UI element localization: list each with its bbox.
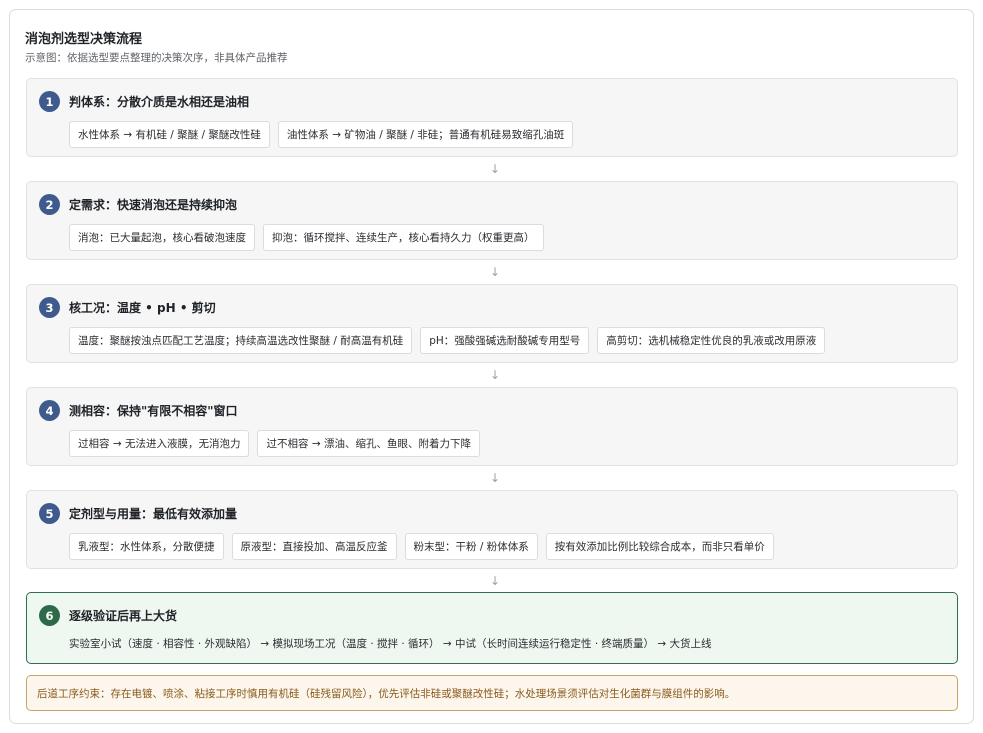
step-number-badge: 2	[39, 194, 60, 215]
option-chip: 过不相容 → 漂油、缩孔、鱼眼、附着力下降	[257, 430, 480, 457]
option-chip: 油性体系 → 矿物油 / 聚醚 / 非硅；普通有机硅易致缩孔油斑	[277, 121, 574, 148]
step-number-badge: 1	[39, 91, 60, 112]
step-title: 测相容：保持"有限不相容"窗口	[69, 404, 238, 418]
option-chip: 水性体系 → 有机硅 / 聚醚 / 聚醚改性硅	[69, 121, 270, 148]
step-5-header: 5 定剂型与用量：最低有效添加量	[39, 503, 237, 524]
option-chip: 高剪切：选机械稳定性优良的乳液或改用原液	[597, 327, 826, 354]
step-1: 1 判体系：分散介质是水相还是油相 水性体系 → 有机硅 / 聚醚 / 聚醚改性…	[26, 78, 958, 157]
flow-arrow-icon: ↓	[489, 368, 501, 382]
step-3: 3 核工况：温度 • pH • 剪切 温度：聚醚按浊点匹配工艺温度；持续高温选改…	[26, 284, 958, 363]
step-title: 核工况：温度 • pH • 剪切	[69, 301, 216, 315]
step-4-header: 4 测相容：保持"有限不相容"窗口	[39, 400, 238, 421]
option-chip: 过相容 → 无法进入液膜，无消泡力	[69, 430, 250, 457]
option-chip: 温度：聚醚按浊点匹配工艺温度；持续高温选改性聚醚 / 耐高温有机硅	[69, 327, 413, 354]
option-chip: 原液型：直接投加、高温反应釜	[231, 533, 397, 560]
step-3-options: 温度：聚醚按浊点匹配工艺温度；持续高温选改性聚醚 / 耐高温有机硅 pH：强酸强…	[69, 327, 826, 354]
page-title: 消泡剂选型决策流程	[25, 32, 143, 47]
flow-arrow-icon: ↓	[489, 162, 501, 176]
step-title: 判体系：分散介质是水相还是油相	[69, 95, 250, 109]
option-chip: 抑泡：循环搅拌、连续生产，核心看持久力（权重更高）	[263, 224, 544, 251]
option-chip: pH：强酸强碱选耐酸碱专用型号	[420, 327, 590, 354]
step-title: 逐级验证后再上大货	[69, 609, 178, 623]
option-chip: 按有效添加比例比较综合成本，而非只看单价	[545, 533, 774, 560]
step-5-options: 乳液型：水性体系，分散便捷 原液型：直接投加、高温反应釜 粉末型：干粉 / 粉体…	[69, 533, 774, 560]
step-6-header: 6 逐级验证后再上大货	[39, 605, 177, 626]
step-3-header: 3 核工况：温度 • pH • 剪切	[39, 297, 216, 318]
step-number-badge: 5	[39, 503, 60, 524]
step-number-badge: 4	[39, 400, 60, 421]
flow-arrow-icon: ↓	[489, 265, 501, 279]
flow-arrow-icon: ↓	[489, 471, 501, 485]
step-6: 6 逐级验证后再上大货 实验室小试（速度 · 相容性 · 外观缺陷） → 模拟现…	[26, 592, 958, 664]
step-2: 2 定需求：快速消泡还是持续抑泡 消泡：已大量起泡，核心看破泡速度 抑泡：循环搅…	[26, 181, 958, 260]
option-chip: 乳液型：水性体系，分散便捷	[69, 533, 224, 560]
step-title: 定剂型与用量：最低有效添加量	[69, 507, 238, 521]
step-1-options: 水性体系 → 有机硅 / 聚醚 / 聚醚改性硅 油性体系 → 矿物油 / 聚醚 …	[69, 121, 574, 148]
step-number-badge: 3	[39, 297, 60, 318]
option-chip: 消泡：已大量起泡，核心看破泡速度	[69, 224, 255, 251]
step-5: 5 定剂型与用量：最低有效添加量 乳液型：水性体系，分散便捷 原液型：直接投加、…	[26, 490, 958, 569]
step-1-header: 1 判体系：分散介质是水相还是油相	[39, 91, 249, 112]
page-subtitle: 示意图：依据选型要点整理的决策次序，非具体产品推荐	[25, 52, 288, 64]
diagram-frame: 消泡剂选型决策流程 示意图：依据选型要点整理的决策次序，非具体产品推荐 1 判体…	[9, 9, 974, 724]
step-number-badge: 6	[39, 605, 60, 626]
constraint-note: 后道工序约束：存在电镀、喷涂、粘接工序时慎用有机硅（硅残留风险），优先评估非硅或…	[26, 675, 958, 711]
step-title: 定需求：快速消泡还是持续抑泡	[69, 198, 238, 212]
step-4-options: 过相容 → 无法进入液膜，无消泡力 过不相容 → 漂油、缩孔、鱼眼、附着力下降	[69, 430, 480, 457]
step-2-options: 消泡：已大量起泡，核心看破泡速度 抑泡：循环搅拌、连续生产，核心看持久力（权重更…	[69, 224, 544, 251]
step-4: 4 测相容：保持"有限不相容"窗口 过相容 → 无法进入液膜，无消泡力 过不相容…	[26, 387, 958, 466]
step-2-header: 2 定需求：快速消泡还是持续抑泡	[39, 194, 237, 215]
option-chip: 粉末型：干粉 / 粉体体系	[404, 533, 538, 560]
validation-flow-text: 实验室小试（速度 · 相容性 · 外观缺陷） → 模拟现场工况（温度 · 搅拌 …	[69, 638, 712, 650]
flow-arrow-icon: ↓	[489, 574, 501, 588]
